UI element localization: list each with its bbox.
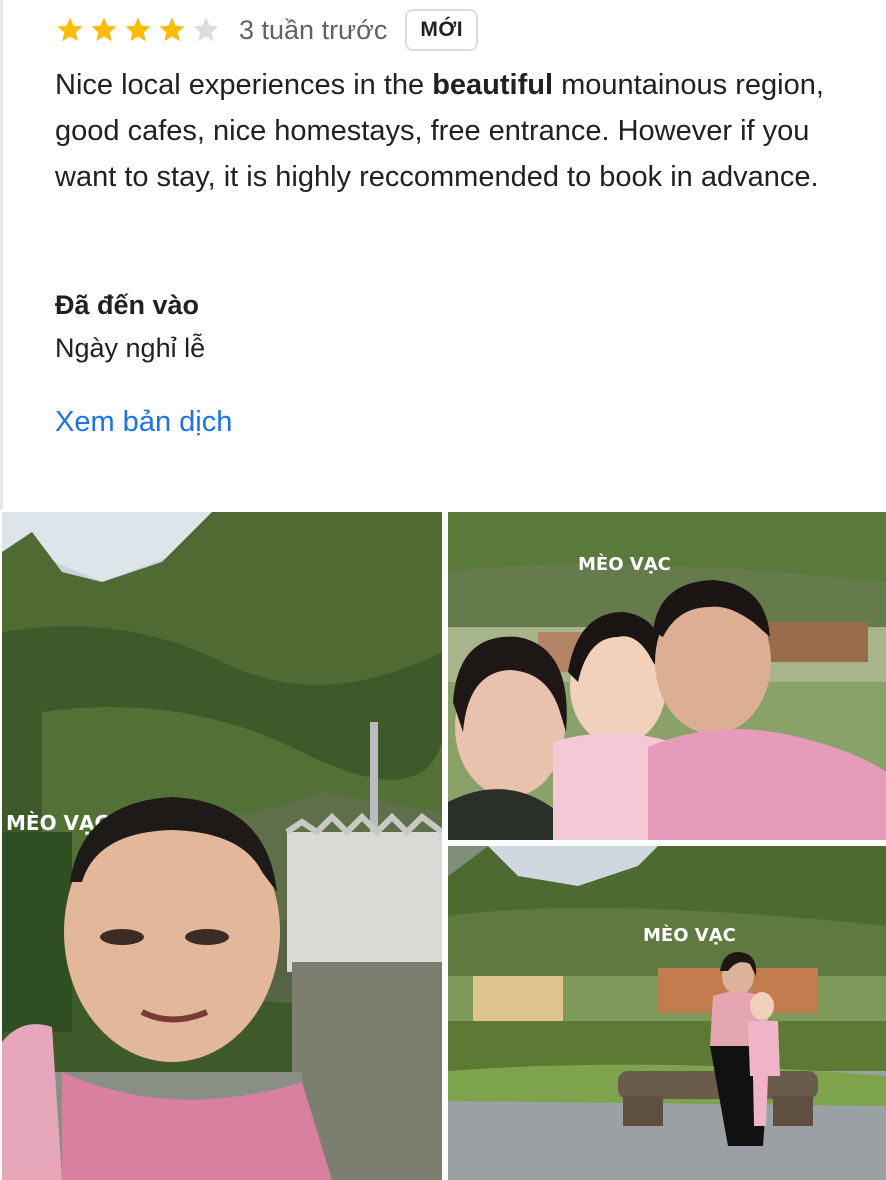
- review-photo[interactable]: MÈO VẠC: [448, 846, 886, 1180]
- star-icon: [159, 17, 185, 42]
- review-time: 3 tuần trước: [239, 14, 388, 45]
- star-rating: [55, 15, 221, 45]
- review-text: Nice local experiences in the beautiful …: [55, 62, 845, 200]
- star-icon: [57, 17, 83, 42]
- sign-text: MÈO VẠC: [578, 553, 671, 575]
- photo-image: MÈO VẠC: [2, 512, 442, 1180]
- left-divider: [0, 0, 3, 510]
- rating-row: 3 tuần trước MỚI: [55, 8, 479, 52]
- see-translation-link[interactable]: Xem bản dịch: [55, 406, 232, 439]
- visit-label: Đã đến vào: [55, 290, 200, 320]
- star-icon: [91, 17, 117, 42]
- sign-text: MÈO VẠC: [643, 924, 736, 946]
- photo-image: MÈO VẠC: [448, 846, 886, 1180]
- review-text-bold: beautiful: [432, 69, 554, 101]
- review-text-part: Nice local experiences in the: [55, 69, 433, 101]
- review-photo[interactable]: MÈO VẠC: [448, 512, 886, 840]
- photo-image: MÈO VẠC: [448, 512, 886, 840]
- review-photos: MÈO VẠC MÈO VẠC MÈO VẠC: [0, 512, 886, 1180]
- star-icon: [125, 17, 151, 42]
- star-icon: [193, 17, 219, 42]
- review-photo[interactable]: MÈO VẠC: [2, 512, 442, 1180]
- visit-value: Ngày nghỉ lễ: [55, 333, 206, 363]
- new-badge: MỚI: [405, 9, 479, 51]
